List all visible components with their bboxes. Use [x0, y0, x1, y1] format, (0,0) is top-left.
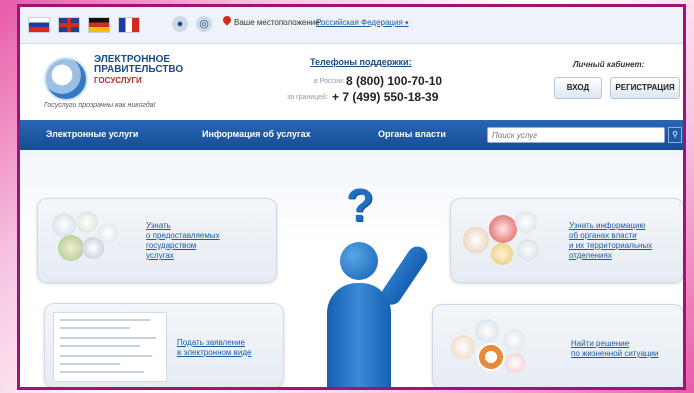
russia-flag-icon[interactable]	[28, 17, 50, 33]
main-nav: Электронные услуги Информация об услугах…	[20, 120, 683, 150]
top-bar: ● ◎ Ваше местоположение: Российская Феде…	[20, 7, 683, 44]
gosuslugi-logo[interactable]	[44, 57, 88, 101]
question-mark-icon: ?	[346, 179, 375, 231]
life-situation-icons	[447, 315, 537, 379]
panel1-line1: Узнать	[146, 221, 171, 230]
services-icons	[46, 209, 126, 271]
panel4-line2: по жизненной ситуации	[571, 349, 659, 358]
france-flag-icon[interactable]	[118, 17, 140, 33]
person-body	[327, 283, 391, 387]
support-abroad-label: за границей:	[287, 94, 328, 101]
support-russia-label: в России:	[314, 78, 345, 85]
support-abroad-phone: + 7 (499) 550-18-39	[332, 90, 439, 104]
link-life-situation[interactable]: Найти решение по жизненной ситуации	[571, 339, 658, 359]
location-pin-icon	[221, 14, 233, 26]
personal-cabinet-title: Личный кабинет:	[573, 60, 645, 69]
support-russia-phone: 8 (800) 100-70-10	[346, 74, 443, 88]
link-submit-application[interactable]: Подать заявление в электронном виде	[177, 338, 252, 358]
germany-flag-icon[interactable]	[88, 17, 110, 33]
uk-flag-icon[interactable]	[58, 17, 80, 33]
nav-item-authorities[interactable]: Органы власти	[378, 129, 446, 139]
panel2-line2: об органах власти	[569, 231, 637, 240]
person-head	[340, 242, 378, 280]
panel2-line3: и их территориальных	[569, 241, 653, 250]
login-button[interactable]: ВХОД	[554, 77, 602, 99]
panel1-line2: о предоставляемых	[146, 231, 220, 240]
panel2-line4: отделениях	[569, 251, 612, 260]
location-value: Российская Федерация	[316, 18, 403, 27]
panel1-line3: государством	[146, 241, 197, 250]
compass-icon[interactable]: ◎	[196, 16, 212, 32]
panel-submit-application[interactable]: Подать заявление в электронном виде	[44, 303, 284, 387]
panel2-line1: Узнать информацию	[569, 221, 646, 230]
panel3-line2: в электронном виде	[177, 348, 252, 357]
authorities-icons	[459, 209, 549, 271]
search-icon[interactable]: ⚲	[668, 127, 682, 143]
nav-item-service-info[interactable]: Информация об услугах	[202, 129, 311, 139]
tagline: Госуслуги прозрачны как никогда!	[44, 102, 156, 109]
register-button[interactable]: РЕГИСТРАЦИЯ	[610, 77, 680, 99]
location-dropdown[interactable]: Российская Федерация ▾	[316, 18, 409, 27]
panel-authorities-info[interactable]: Узнать информацию об органах власти и их…	[450, 198, 683, 283]
panel1-line4: услугах	[146, 251, 174, 260]
panel-services-info[interactable]: Узнать о предоставляемых государством ус…	[37, 198, 277, 283]
nav-item-electronic-services[interactable]: Электронные услуги	[46, 129, 138, 139]
eye-icon[interactable]: ●	[172, 16, 188, 32]
chevron-down-icon: ▾	[405, 20, 409, 27]
brand-line-3: ГОСУСЛУГИ	[94, 76, 142, 85]
support-phones-link[interactable]: Телефоны поддержки:	[310, 57, 412, 67]
brand-line-2: ПРАВИТЕЛЬСТВО	[94, 64, 184, 75]
browser-frame: ● ◎ Ваше местоположение: Российская Феде…	[17, 4, 686, 390]
location-label: Ваше местоположение:	[234, 18, 322, 27]
link-services-info[interactable]: Узнать о предоставляемых государством ус…	[146, 221, 220, 261]
panel4-line1: Найти решение	[571, 339, 630, 348]
form-preview-image	[53, 312, 167, 382]
search-input[interactable]	[487, 127, 665, 143]
link-authorities-info[interactable]: Узнать информацию об органах власти и их…	[569, 221, 652, 261]
panel3-line1: Подать заявление	[177, 338, 245, 347]
panel-life-situation[interactable]: Найти решение по жизненной ситуации	[432, 304, 683, 387]
